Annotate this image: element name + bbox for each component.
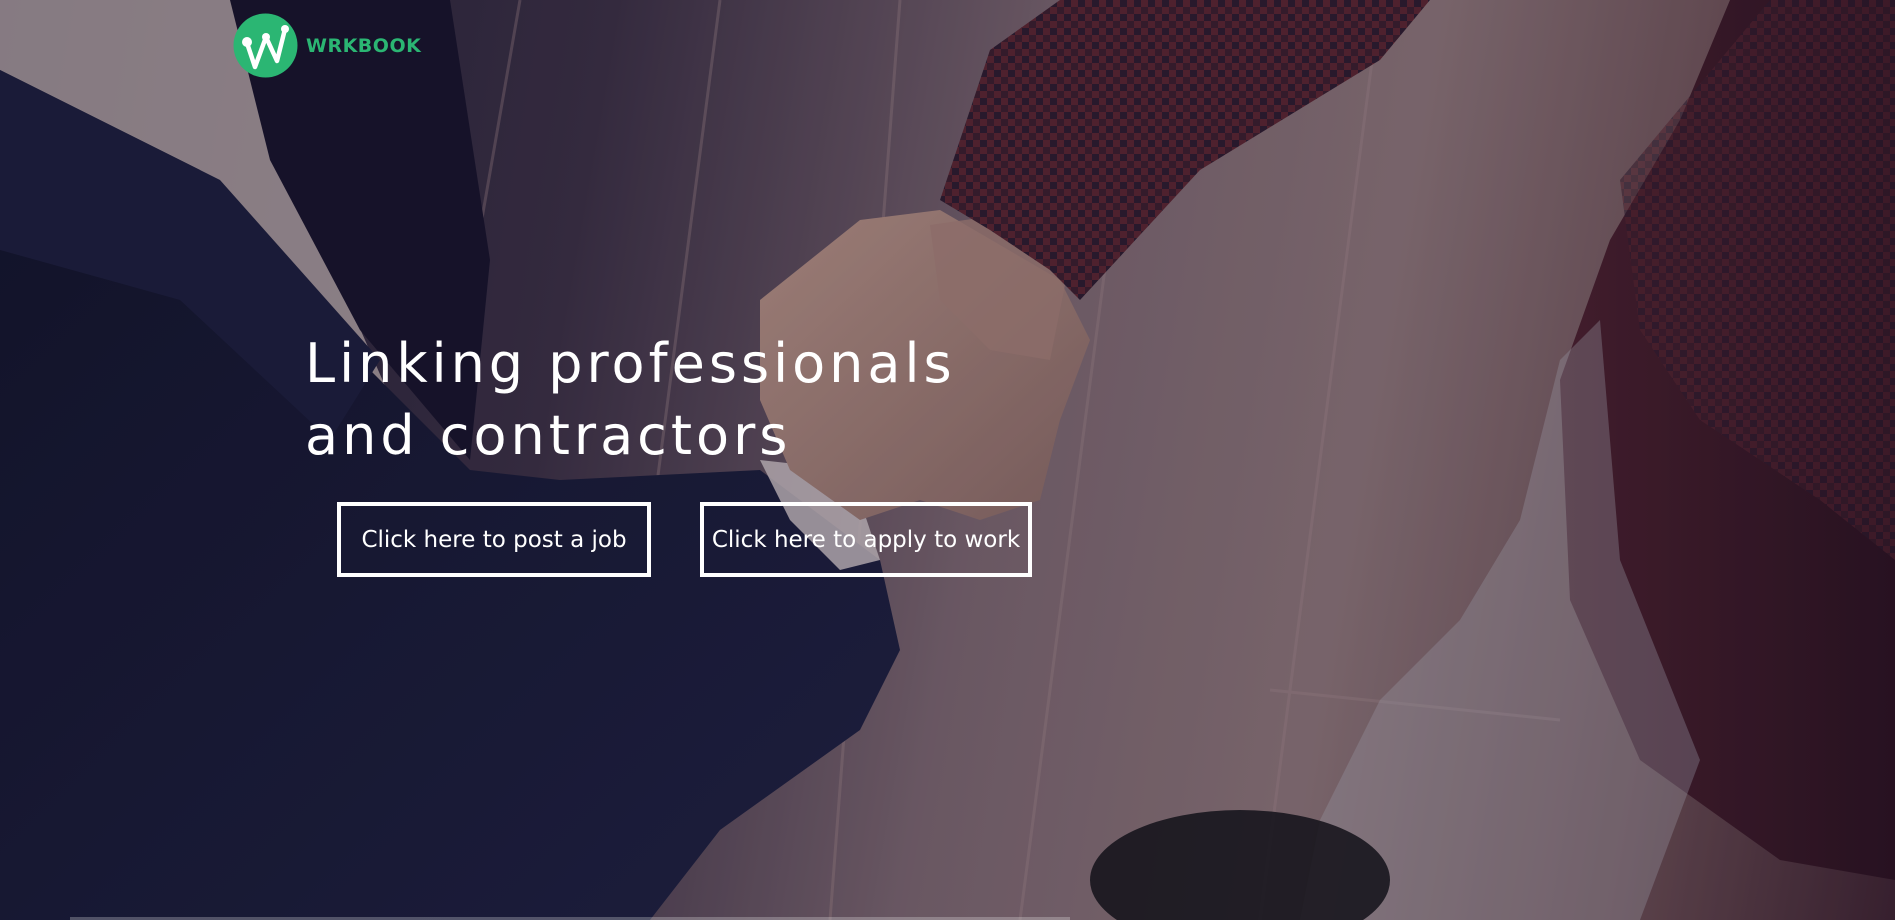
- hero-section: WRKBOOK Linking professionals and contra…: [0, 0, 1895, 920]
- post-job-button[interactable]: Click here to post a job: [337, 502, 651, 577]
- apply-to-work-button[interactable]: Click here to apply to work: [700, 502, 1032, 577]
- brand-name: WRKBOOK: [306, 34, 422, 57]
- hero-headline: Linking professionals and contractors: [305, 328, 1105, 472]
- headline-line-2: and contractors: [305, 404, 792, 467]
- wrkbook-logo-icon: [233, 13, 298, 78]
- headline-line-1: Linking professionals: [305, 332, 956, 395]
- brand-logo[interactable]: WRKBOOK: [233, 13, 421, 78]
